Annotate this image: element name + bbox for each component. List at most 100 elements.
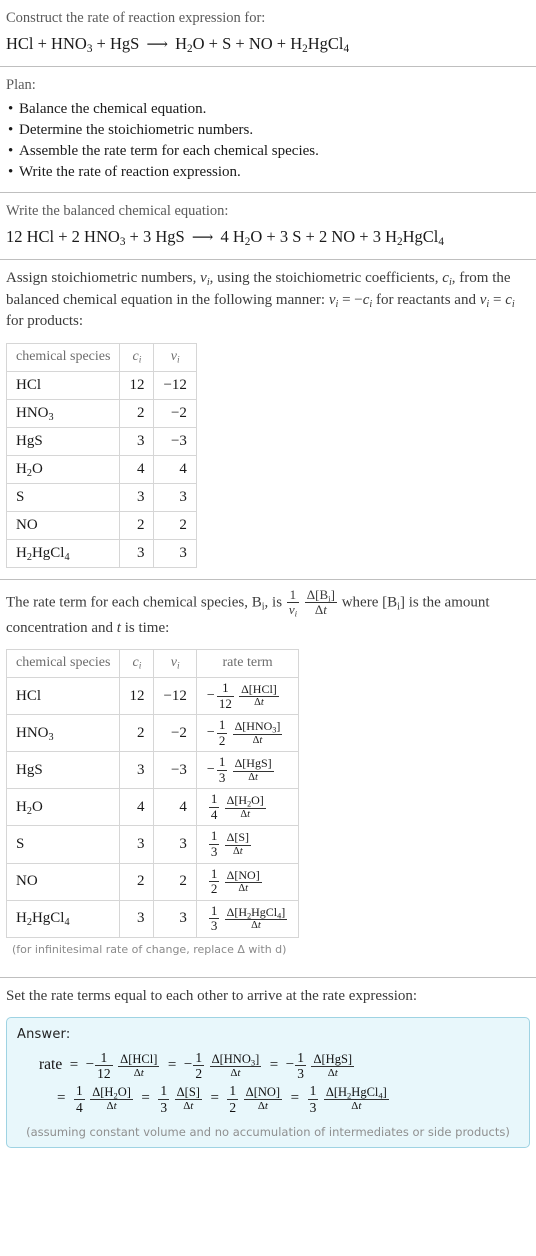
table-row: NO 2 2 12 Δ[NO] Δt (5, 862, 300, 901)
cell-ci: 3 (119, 538, 155, 568)
cell-vi: 2 (153, 510, 197, 540)
table-row: H2O 4 4 14 Δ[H2O] Δt (5, 788, 300, 827)
cell-species: HgS (5, 751, 121, 790)
cell-ci: 3 (119, 482, 155, 512)
cell-species: H2O (5, 454, 121, 484)
cell-vi: −2 (153, 398, 197, 428)
cell-ci: 2 (119, 398, 155, 428)
final-label: Set the rate terms equal to each other t… (6, 987, 418, 1004)
answer-label: Answer: (17, 1027, 71, 1043)
rate-denominator: 3 (208, 918, 220, 934)
cell-species: S (5, 482, 121, 512)
problem-equation: HCl + HNO3 + HgS ⟶ H2O + S + NO + H2HgCl… (6, 34, 350, 56)
table-row: HCl 12 −12 −1 12 Δ[HCl] Δt (5, 677, 300, 716)
plan-label: Plan: (6, 77, 36, 93)
cell-rate-term: 14 Δ[H2O] Δt (195, 788, 300, 827)
problem-section: Construct the rate of reaction expressio… (0, 0, 536, 66)
table-row: S 3 3 13 Δ[S] Δt (5, 825, 300, 864)
rate-term-table: chemical species ci νi rate term HCl 12 … (5, 649, 300, 938)
page-root: Construct the rate of reaction expressio… (0, 0, 536, 1158)
answer-expression-line-2: = 14 Δ[H2O] Δt = 13 Δ[S] Δt = 12 Δ[NO] Δt =… (57, 1083, 389, 1115)
answer-box: Answer: rate = −1 12 Δ[HCl] Δt = −1 2 Δ[HNO… (6, 1017, 530, 1148)
rate-term-section: The rate term for each chemical species,… (0, 580, 536, 977)
cell-rate-term: 13 Δ[S] Δt (195, 825, 300, 864)
column-header-species: chemical species (5, 649, 121, 679)
inline-fraction-one-over-nu: 1 νi (286, 586, 300, 619)
table-row: HNO3 2 −2 −1 2 Δ[HNO3] Δt (5, 714, 300, 753)
problem-prompt: Construct the rate of reaction expressio… (6, 10, 266, 26)
rate-term-footnote: (for infinitesimal rate of change, repla… (12, 942, 287, 956)
cell-species: S (5, 825, 121, 864)
cell-ci: 3 (119, 825, 155, 864)
cell-ci: 3 (119, 751, 155, 790)
cell-ci: 3 (119, 899, 155, 938)
cell-rate-term: 13 Δ[H2HgCl4] Δt (195, 899, 300, 938)
cell-rate-term: −1 2 Δ[HNO3] Δt (195, 714, 300, 753)
cell-species: NO (5, 862, 121, 901)
answer-assumption-note: (assuming constant volume and no accumul… (26, 1124, 510, 1139)
answer-expression: rate = −1 12 Δ[HCl] Δt = −1 2 Δ[HNO3] Δt = −… (17, 1050, 519, 1115)
balanced-equation: 12 HCl + 2 HNO3 + 3 HgS ⟶ 4 H2O + 3 S + … (6, 227, 444, 249)
cell-vi: −3 (153, 751, 197, 790)
table-row: NO 2 2 (5, 510, 197, 540)
cell-vi: −2 (153, 714, 197, 753)
cell-species: NO (5, 510, 121, 540)
cell-vi: −12 (153, 677, 197, 716)
cell-rate-term: −1 3 Δ[HgS] Δt (195, 751, 300, 790)
final-label-section: Set the rate terms equal to each other t… (0, 978, 536, 1010)
cell-ci: 2 (119, 714, 155, 753)
cell-vi: 3 (153, 538, 197, 568)
table-header-row: chemical species ci νi rate term (5, 649, 300, 679)
cell-vi: −12 (153, 370, 197, 400)
cell-vi: 3 (153, 899, 197, 938)
cell-ci: 2 (119, 510, 155, 540)
cell-species: HCl (5, 677, 121, 716)
reaction-arrow-icon: ⟶ (191, 230, 214, 246)
rate-sign: − (206, 762, 215, 778)
assign-paragraph: Assign stoichiometric numbers, νi, using… (6, 270, 515, 329)
table-row: HgS 3 −3 −1 3 Δ[HgS] Δt (5, 751, 300, 790)
column-header-vi: νi (153, 649, 197, 679)
rate-sign: − (206, 688, 215, 704)
cell-ci: 3 (119, 426, 155, 456)
table-row: HgS 3 −3 (5, 426, 197, 456)
table-row: S 3 3 (5, 482, 197, 512)
cell-species: HCl (5, 370, 121, 400)
balanced-equation-label: Write the balanced chemical equation: (6, 203, 229, 219)
cell-ci: 12 (119, 370, 155, 400)
cell-species: H2HgCl4 (5, 538, 121, 568)
reaction-arrow-icon: ⟶ (146, 37, 168, 53)
answer-section: Answer: rate = −1 12 Δ[HCl] Δt = −1 2 Δ[HNO… (0, 1009, 536, 1157)
table-row: H2HgCl4 3 3 13 Δ[H2HgCl4] Δt (5, 899, 300, 938)
cell-ci: 2 (119, 862, 155, 901)
column-header-ci: ci (119, 342, 155, 372)
cell-vi: 3 (153, 482, 197, 512)
cell-rate-term: 12 Δ[NO] Δt (195, 862, 300, 901)
column-header-rate-term: rate term (195, 649, 300, 679)
assign-section: Assign stoichiometric numbers, νi, using… (0, 260, 536, 579)
rate-sign: − (206, 725, 215, 741)
rate-denominator: 12 (216, 695, 234, 711)
plan-list: Balance the chemical equation. Determine… (6, 99, 530, 183)
list-item: Assemble the rate term for each chemical… (6, 141, 530, 162)
table-header-row: chemical species ci νi (5, 342, 197, 372)
rate-denominator: 3 (208, 844, 220, 860)
column-header-species: chemical species (5, 342, 121, 372)
cell-species: HgS (5, 426, 121, 456)
answer-expression-line-1: rate = −1 12 Δ[HCl] Δt = −1 2 Δ[HNO3] Δt = −… (39, 1050, 355, 1082)
cell-species: HNO3 (5, 714, 121, 753)
cell-species: H2HgCl4 (5, 899, 121, 938)
table-row: H2O 4 4 (5, 454, 197, 484)
column-header-ci: ci (119, 649, 155, 679)
table-row: HCl 12 −12 (5, 370, 197, 400)
stoichiometric-table: chemical species ci νi HCl 12 −12 HNO3 2… (5, 342, 197, 568)
rate-denominator: 4 (208, 806, 220, 822)
balanced-equation-section: Write the balanced chemical equation: 12… (0, 193, 536, 259)
cell-vi: 2 (153, 862, 197, 901)
cell-vi: 3 (153, 825, 197, 864)
cell-ci: 4 (119, 788, 155, 827)
cell-vi: −3 (153, 426, 197, 456)
table-row: HNO3 2 −2 (5, 398, 197, 428)
plan-section: Plan: Balance the chemical equation. Det… (0, 67, 536, 192)
cell-vi: 4 (153, 788, 197, 827)
